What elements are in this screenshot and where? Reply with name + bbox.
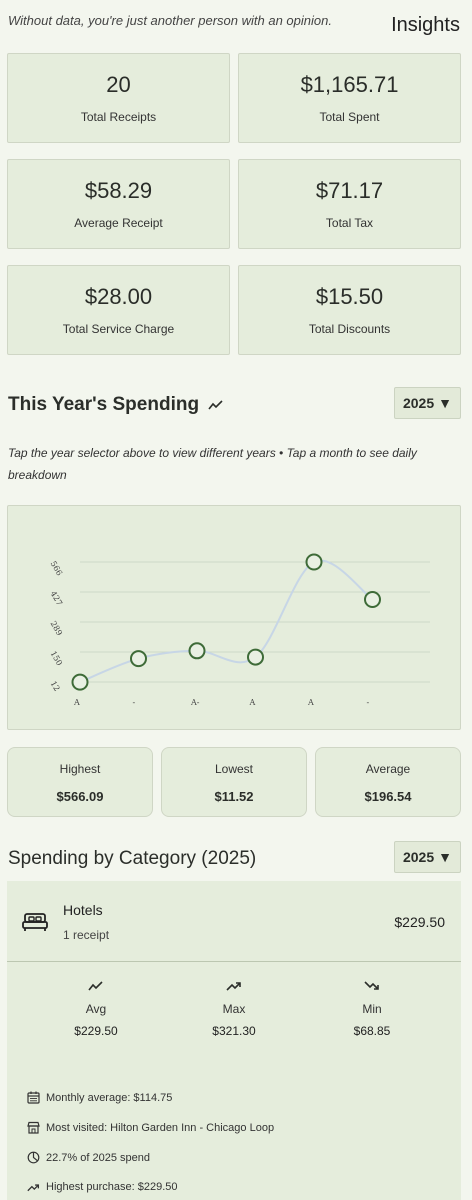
data-point[interactable] [247,648,264,666]
summary-label: Average [365,762,411,776]
category-amount: $229.50 [394,914,445,930]
x-tick-label: - [133,698,136,707]
detail-text: Most visited: Hilton Garden Inn - Chicag… [46,1121,275,1134]
yearly-chart[interactable]: 12 150 289 427 566 A - A- A A - [7,505,461,730]
caret-down-icon: ▼ [438,849,452,865]
detail-most-visited: Most visited: Hilton Garden Inn - Chicag… [27,1121,274,1134]
stat-label: Total Service Charge [62,322,175,336]
trend-up-icon [27,1183,40,1191]
detail-text: Monthly average: $114.75 [46,1091,173,1104]
data-point[interactable] [130,650,147,668]
metric-value: $229.50 [74,1024,118,1038]
stat-value: $71.17 [315,178,384,203]
stat-value: $28.00 [84,284,153,309]
stat-card-total-spent: $1,165.71 Total Spent [238,53,461,143]
summary-label: Highest [59,762,101,776]
trend-up-icon [226,982,241,991]
data-point[interactable] [305,553,323,571]
x-tick-label: A [307,698,314,707]
stat-value: $58.29 [84,178,153,203]
summary-card-lowest: Lowest $11.52 [161,747,307,817]
stat-value: $1,165.71 [300,72,399,97]
stat-label: Total Receipts [80,110,157,124]
yearly-section-title: This Year's Spending [8,394,224,416]
series-line [79,559,374,684]
y-tick-label: 12 [49,680,62,693]
summary-card-highest: Highest $566.09 [7,747,153,817]
trend-line-icon [208,400,223,410]
data-point[interactable] [188,642,206,660]
stat-label: Total Tax [325,216,374,230]
detail-text: Highest purchase: $229.50 [46,1181,178,1193]
y-tick-label: 427 [49,590,64,608]
detail-text: 22.7% of 2025 spend [46,1151,150,1164]
stat-card-total-service-charge: $28.00 Total Service Charge [7,265,230,355]
x-tick-label: A [249,698,256,707]
stat-card-total-receipts: 20 Total Receipts [7,53,230,143]
trend-down-icon [364,981,379,990]
detail-monthly-average: Monthly average: $114.75 [27,1091,172,1104]
data-point[interactable] [364,590,381,608]
summary-card-average: Average $196.54 [315,747,461,817]
detail-share-of-spend: 22.7% of 2025 spend [27,1151,150,1164]
stat-card-average-receipt: $58.29 Average Receipt [7,159,230,249]
yearly-title-text: This Year's Spending [8,394,200,415]
category-year-selector[interactable]: 2025 ▼ [394,841,461,873]
bed-icon [22,913,48,931]
calendar-icon [27,1091,40,1104]
pie-icon [27,1151,40,1164]
y-tick-label: 150 [49,650,64,668]
stat-card-total-discounts: $15.50 Total Discounts [238,265,461,355]
category-year-value: 2025 [402,849,435,865]
y-tick-label: 289 [49,620,64,638]
stat-value: $15.50 [315,284,384,309]
caret-down-icon: ▼ [438,395,452,411]
summary-value: $11.52 [214,789,254,804]
metric-value: $321.30 [212,1024,256,1038]
x-tick-label: - [367,698,370,707]
summary-label: Lowest [214,762,254,776]
category-name: Hotels [63,902,103,918]
stat-card-total-tax: $71.17 Total Tax [238,159,461,249]
y-tick-label: 566 [49,560,64,578]
x-tick-label: A- [190,698,200,707]
trend-line-icon [88,981,103,991]
page-title: Insights [391,14,460,36]
year-selector[interactable]: 2025 ▼ [394,387,461,419]
stat-label: Total Spent [319,110,380,124]
metric-label: Min [362,1002,382,1016]
stat-label: Total Discounts [308,322,391,336]
year-selector-value: 2025 [402,395,435,411]
metric-label: Max [222,1002,246,1016]
metric-label: Avg [85,1002,107,1016]
header-quote: Without data, you're just another person… [8,13,332,28]
yearly-hint: Tap the year selector above to view diff… [8,446,417,482]
metric-value: $68.85 [353,1024,391,1038]
category-card-hotels[interactable]: Hotels 1 receipt $229.50 Avg $229.50 Max… [7,881,461,1200]
data-point[interactable] [71,673,89,691]
yearly-chart-svg[interactable]: 12150289427566A - A- A A - [8,506,462,731]
header: Without data, you're just another person… [0,0,472,46]
store-icon [27,1121,40,1134]
category-section-title: Spending by Category (2025) [8,848,257,869]
summary-value: $196.54 [364,789,412,804]
detail-highest-purchase: Highest purchase: $229.50 [27,1181,177,1193]
stat-value: 20 [106,72,131,97]
divider [7,961,461,962]
category-receipt-count: 1 receipt [63,928,110,942]
stat-label: Average Receipt [74,216,163,230]
summary-value: $566.09 [56,789,104,804]
x-tick-label: A [73,698,80,707]
